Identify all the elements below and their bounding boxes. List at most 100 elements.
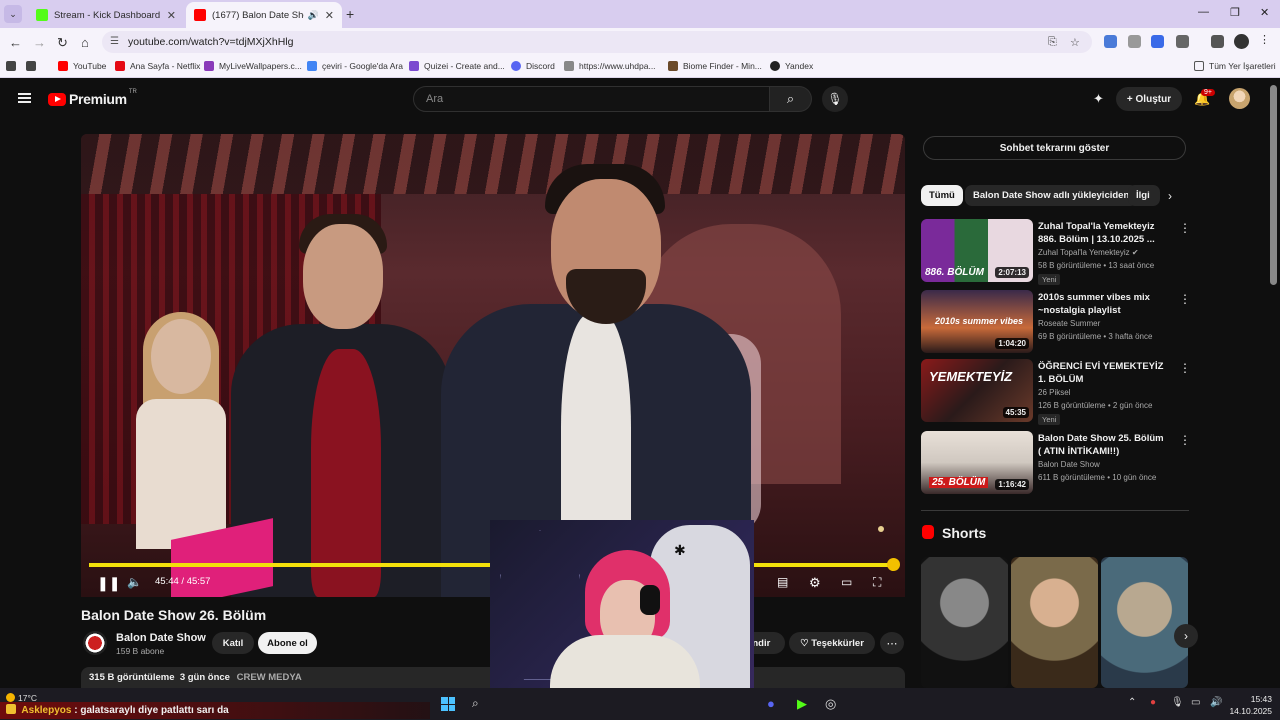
bookmark-netflix[interactable]: Ana Sayfa - Netflix: [115, 61, 200, 71]
scrollbar[interactable]: [1270, 85, 1277, 285]
install-app-icon[interactable]: ⎘: [1048, 36, 1057, 49]
grid-icon[interactable]: [26, 61, 41, 71]
tray-app-icon[interactable]: ●: [1150, 697, 1156, 708]
bookmark-google[interactable]: çeviri - Google'da Ara: [307, 61, 403, 71]
network-icon[interactable]: ▭: [1191, 697, 1200, 708]
search-icon: ⌕: [786, 91, 795, 106]
forward-icon[interactable]: →: [33, 35, 46, 50]
account-avatar[interactable]: [1229, 88, 1250, 109]
home-icon[interactable]: ⌂: [81, 35, 89, 50]
voice-search-button[interactable]: 🎙: [822, 86, 848, 112]
channel-avatar[interactable]: [83, 631, 107, 655]
extensions-puzzle-icon[interactable]: [1176, 35, 1189, 48]
cast-icon[interactable]: ✦: [1093, 91, 1104, 107]
youtube-logo[interactable]: Premium TR: [48, 89, 137, 107]
recommendation-item[interactable]: 25. BÖLÜM 1:16:42 Balon Date Show 25. Bö…: [921, 431, 1191, 495]
more-options-icon[interactable]: ⋮: [1179, 221, 1191, 235]
create-button[interactable]: + Oluştur: [1116, 87, 1182, 111]
search-button[interactable]: ⌕: [770, 86, 812, 112]
more-options-icon[interactable]: ⋮: [1179, 292, 1191, 306]
recommendation-item[interactable]: 886. BÖLÜM 2:07:13 Zuhal Topal'la Yemekt…: [921, 219, 1191, 285]
site-info-icon[interactable]: ☰: [110, 36, 119, 47]
page-icon: [564, 61, 574, 71]
short-thumbnail[interactable]: [921, 557, 1008, 688]
restore-icon[interactable]: ❐: [1230, 6, 1240, 19]
search-input[interactable]: Ara: [413, 86, 770, 112]
all-bookmarks-label: Tüm Yer İşaretleri: [1209, 61, 1276, 71]
show-chat-replay-button[interactable]: Sohbet tekrarını göster: [923, 136, 1186, 160]
video-thumbnail[interactable]: 886. BÖLÜM 2:07:13: [921, 219, 1033, 282]
bookmark-mylivewallpapers[interactable]: MyLiveWallpapers.c...: [204, 61, 302, 71]
pause-icon[interactable]: ❚❚: [97, 575, 120, 592]
apps-icon[interactable]: [6, 61, 21, 71]
shorts-icon: [922, 525, 934, 539]
tab-youtube[interactable]: (1677) Balon Date Show 26 🔊 ✕: [186, 2, 342, 28]
discord-icon[interactable]: ●: [767, 696, 775, 711]
tab-kick-dashboard[interactable]: Stream - Kick Dashboard ✕: [28, 2, 184, 28]
bookmark-star-icon[interactable]: ☆: [1070, 36, 1080, 49]
chevron-up-icon[interactable]: ⌃: [1128, 697, 1136, 708]
bookmark-uhdpaper[interactable]: https://www.uhdpa...: [564, 61, 656, 71]
play-store-icon[interactable]: ▶: [797, 696, 807, 712]
chip-from-uploader[interactable]: Balon Date Show adlı yükleyiciden: [965, 185, 1138, 206]
reading-list-icon[interactable]: [1211, 35, 1224, 48]
back-icon[interactable]: ←: [9, 35, 22, 50]
close-window-icon[interactable]: ✕: [1260, 6, 1269, 19]
theater-mode-icon[interactable]: ▭: [841, 575, 852, 589]
more-actions-button[interactable]: ⋯: [880, 632, 904, 654]
more-options-icon[interactable]: ⋮: [1179, 361, 1191, 375]
recommendation-item[interactable]: YEMEKTEYİZ 45:35 ÖĞRENCİ EVİ YEMEKTEYİZ …: [921, 359, 1191, 425]
subscribe-button[interactable]: Abone ol: [258, 632, 317, 654]
speaker-icon[interactable]: 🔊: [308, 10, 319, 21]
tab-search-icon[interactable]: ⌄: [4, 5, 22, 23]
short-thumbnail[interactable]: [1011, 557, 1098, 688]
search-icon[interactable]: ⌕: [472, 696, 479, 711]
recommendation-item[interactable]: 2010s summer vibes 1:04:20 2010s summer …: [921, 290, 1191, 354]
browser-menu-icon[interactable]: ⋮: [1259, 33, 1272, 46]
progress-scrubber[interactable]: [886, 558, 900, 571]
bookmark-biome-finder[interactable]: Biome Finder - Min...: [668, 61, 762, 71]
volume-icon[interactable]: 🔈: [127, 575, 142, 589]
app-icon[interactable]: ◎: [825, 696, 836, 712]
bookmark-discord[interactable]: Discord: [511, 61, 555, 71]
minimize-icon[interactable]: —: [1198, 6, 1209, 18]
extension-icon[interactable]: [1128, 35, 1141, 48]
extension-icon[interactable]: [1104, 35, 1117, 48]
video-thumbnail[interactable]: 25. BÖLÜM 1:16:42: [921, 431, 1033, 494]
chevron-right-icon[interactable]: ›: [1168, 189, 1172, 203]
video-thumbnail[interactable]: 2010s summer vibes 1:04:20: [921, 290, 1033, 353]
translate-extension-icon[interactable]: [1151, 35, 1164, 48]
short-thumbnail[interactable]: [1101, 557, 1188, 688]
settings-gear-icon[interactable]: ⚙: [809, 575, 821, 591]
microphone-icon[interactable]: 🎙: [1171, 697, 1184, 708]
thumbnail-text: 2010s summer vibes: [935, 316, 1024, 326]
url-input[interactable]: ☰ youtube.com/watch?v=tdjMXjXhHlg ⎘ ☆: [102, 31, 1092, 53]
system-clock[interactable]: 15:43 14.10.2025: [1228, 693, 1272, 717]
profile-avatar[interactable]: [1234, 34, 1249, 49]
thanks-button[interactable]: ♡ Teşekkürler: [789, 632, 875, 654]
volume-icon[interactable]: 🔊: [1210, 697, 1222, 708]
description-tag[interactable]: CREW MEDYA: [237, 672, 302, 683]
all-bookmarks[interactable]: Tüm Yer İşaretleri: [1194, 61, 1276, 71]
menu-icon[interactable]: [18, 93, 31, 103]
new-tab-icon[interactable]: +: [346, 6, 354, 22]
windows-start-icon[interactable]: [441, 697, 455, 711]
chip-related[interactable]: İlgi: [1128, 185, 1160, 206]
fullscreen-icon[interactable]: ⛶: [873, 575, 881, 590]
chip-all[interactable]: Tümü: [921, 185, 963, 206]
reload-icon[interactable]: ↻: [57, 35, 68, 51]
chevron-right-icon[interactable]: ›: [1174, 624, 1198, 648]
channel-name[interactable]: Balon Date Show: [116, 632, 206, 644]
bookmark-quizei[interactable]: Quizei - Create and...: [409, 61, 505, 71]
bookmarks-bar: YouTube Ana Sayfa - Netflix MyLiveWallpa…: [0, 56, 1280, 78]
close-tab-icon[interactable]: ✕: [325, 9, 334, 22]
subtitles-icon[interactable]: ▤: [777, 575, 788, 589]
close-tab-icon[interactable]: ✕: [167, 9, 176, 22]
time-display: 45:44 / 45:57: [155, 576, 211, 587]
more-options-icon[interactable]: ⋮: [1179, 433, 1191, 447]
bookmark-yandex[interactable]: Yandex: [770, 61, 813, 71]
join-button[interactable]: Katıl: [212, 632, 254, 654]
video-duration: 2:07:13: [995, 267, 1029, 278]
bookmark-youtube[interactable]: YouTube: [58, 61, 106, 71]
video-thumbnail[interactable]: YEMEKTEYİZ 45:35: [921, 359, 1033, 422]
